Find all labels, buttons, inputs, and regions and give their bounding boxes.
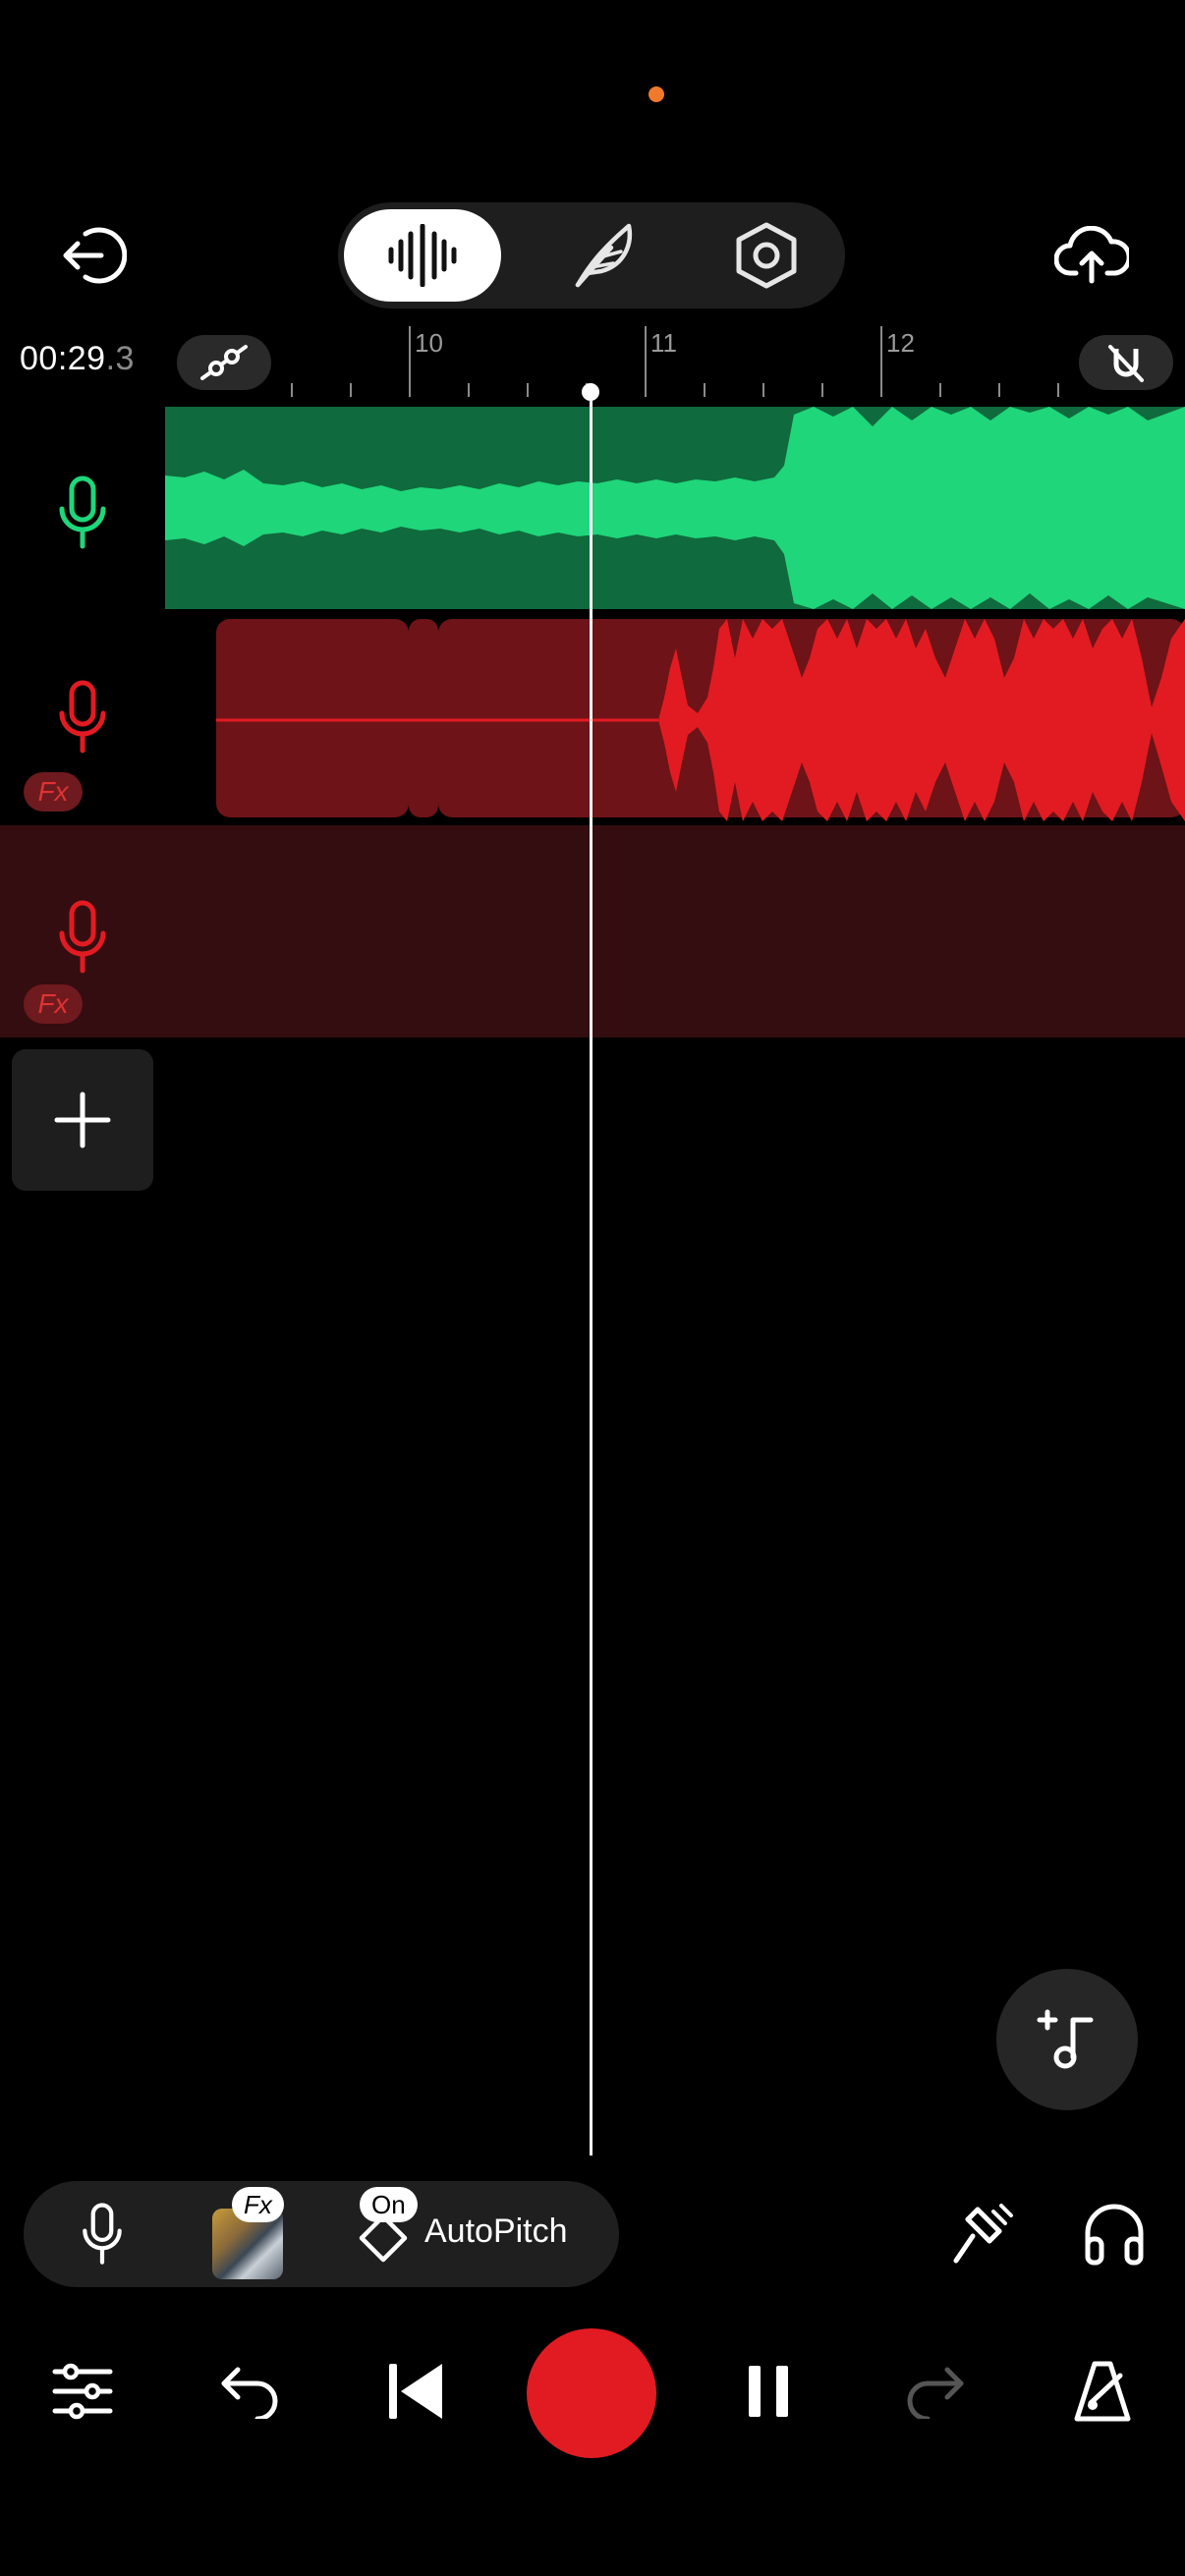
mic-icon — [83, 2203, 122, 2265]
track-3-mic-button[interactable] — [49, 890, 116, 984]
snap-toggle-button[interactable] — [1079, 335, 1173, 390]
track-1-waveform — [165, 407, 1185, 609]
ruler-bar-label: 10 — [415, 328, 443, 358]
playhead-handle[interactable] — [582, 383, 599, 401]
autopitch-label[interactable]: AutoPitch — [424, 2212, 568, 2251]
tab-waveform[interactable] — [344, 209, 501, 302]
pause-icon — [749, 2366, 788, 2417]
undo-button[interactable] — [200, 2342, 299, 2440]
redo-icon — [907, 2367, 964, 2419]
autopitch-state-badge: On — [360, 2187, 418, 2222]
input-bar: Fx On AutoPitch — [24, 2181, 619, 2287]
automation-icon — [200, 345, 248, 380]
record-button[interactable] — [527, 2328, 656, 2458]
track-row-1[interactable] — [0, 407, 1185, 609]
metronome-icon — [1074, 2361, 1131, 2422]
mode-switch — [338, 202, 845, 308]
tuner-button[interactable] — [943, 2189, 1022, 2279]
headphones-button[interactable] — [1075, 2189, 1154, 2279]
pause-button[interactable] — [719, 2342, 818, 2440]
track-2-audio-clip[interactable] — [216, 619, 1185, 821]
sliders-icon — [52, 2363, 113, 2420]
track-2-waveform — [216, 619, 1185, 821]
track-2-mic-button[interactable] — [49, 670, 116, 764]
track-2-fx-badge[interactable]: Fx — [24, 772, 83, 812]
waveform-icon — [388, 224, 457, 287]
metronome-button[interactable] — [1053, 2342, 1152, 2440]
feather-icon — [575, 223, 633, 288]
time-fraction: .3 — [105, 340, 135, 377]
mic-icon — [59, 680, 106, 754]
add-track-button[interactable] — [12, 1049, 153, 1191]
undo-icon — [221, 2367, 278, 2419]
track-1-mic-button[interactable] — [49, 466, 116, 560]
redo-button[interactable] — [886, 2342, 985, 2440]
track-1-audio-clip[interactable] — [165, 407, 1185, 609]
tab-edit[interactable] — [525, 209, 682, 302]
rewind-to-start-button[interactable] — [366, 2342, 464, 2440]
status-indicator-dot — [649, 86, 664, 102]
hex-settings-icon — [736, 222, 797, 289]
skip-back-icon — [389, 2364, 442, 2419]
time-readout: 00:29.3 — [20, 340, 135, 378]
playhead-line[interactable] — [590, 391, 592, 2156]
ruler-bar-label: 11 — [650, 328, 677, 358]
plus-icon — [54, 1092, 111, 1148]
magnet-off-icon — [1108, 345, 1144, 382]
add-music-button[interactable] — [996, 1969, 1138, 2110]
cloud-upload-icon — [1054, 226, 1129, 284]
track-3-fx-badge[interactable]: Fx — [24, 984, 83, 1024]
automation-button[interactable] — [177, 335, 271, 390]
mixer-button[interactable] — [33, 2342, 132, 2440]
timeline-ruler[interactable] — [285, 324, 1071, 403]
exit-icon — [63, 227, 127, 284]
tab-settings[interactable] — [688, 209, 845, 302]
time-main: 00:29 — [20, 340, 106, 377]
tuning-fork-icon — [953, 2204, 1013, 2264]
exit-button[interactable] — [55, 216, 134, 295]
upload-button[interactable] — [1047, 214, 1136, 297]
add-music-icon — [1037, 2009, 1094, 2069]
fx-preset-badge: Fx — [232, 2187, 284, 2222]
mic-icon — [59, 476, 106, 549]
input-mic-button[interactable] — [67, 2199, 138, 2269]
track-row-3[interactable]: Fx — [0, 825, 1185, 1037]
track-row-2[interactable]: Fx — [0, 619, 1185, 821]
mic-icon — [59, 900, 106, 974]
headphones-icon — [1085, 2204, 1144, 2266]
ruler-bar-label: 12 — [886, 328, 915, 358]
